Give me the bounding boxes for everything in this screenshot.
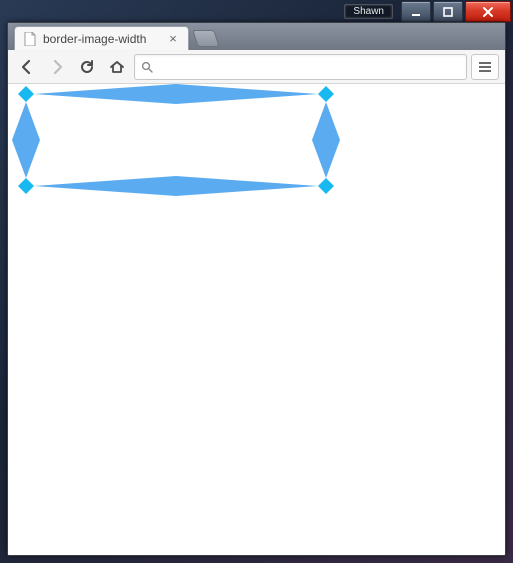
tab-close-icon[interactable]: × [166,32,180,46]
search-icon [141,61,153,73]
reload-button[interactable] [74,54,100,80]
border-image-demo [8,84,348,284]
home-button[interactable] [104,54,130,80]
edge-left [12,102,40,178]
user-chip[interactable]: Shawn [344,4,393,19]
back-button[interactable] [14,54,40,80]
forward-button[interactable] [44,54,70,80]
tab-title: border-image-width [43,32,166,46]
menu-button[interactable] [471,54,499,80]
new-tab-button[interactable] [192,30,220,47]
edge-right [312,102,340,178]
window-minimize-button[interactable] [401,1,431,22]
edge-bottom [34,176,318,196]
address-input[interactable] [159,59,460,74]
corner-tl [18,86,34,102]
tab-strip: border-image-width × [8,23,505,50]
window-titlebar: Shawn [0,0,513,22]
address-bar[interactable] [134,54,467,80]
file-icon [23,32,37,46]
corner-bl [18,178,34,194]
corner-tr [318,86,334,102]
corner-br [318,178,334,194]
toolbar [8,50,505,84]
window-maximize-button[interactable] [433,1,463,22]
titlebar-spacer [0,0,344,22]
browser-window: border-image-width × [7,22,506,556]
window-close-button[interactable] [465,1,511,22]
edge-top [34,84,318,104]
tab-active[interactable]: border-image-width × [14,26,189,50]
page-viewport[interactable] [8,84,505,555]
